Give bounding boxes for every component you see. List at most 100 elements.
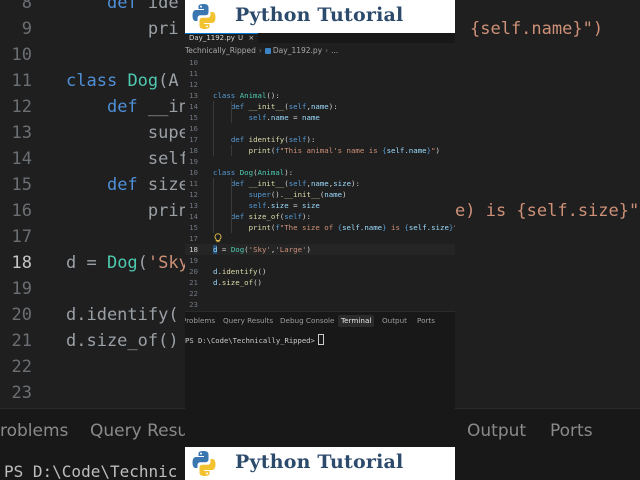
line-number: 11: [189, 179, 198, 188]
breadcrumb-folder[interactable]: Technically_Ripped: [185, 46, 256, 55]
code-text: class Animal():: [213, 91, 280, 100]
brand-banner-top: Python Tutorial: [185, 0, 455, 33]
terminal[interactable]: PS D:\Code\Technically_Ripped>: [185, 334, 455, 346]
background-tab-query: Query Resul: [90, 421, 193, 441]
code-text: d.size_of(): [213, 278, 262, 287]
background-tab-problems: roblems: [0, 421, 69, 441]
code-text: print(f"The size of {self.name} is {self…: [248, 223, 455, 232]
code-line: 11 def __init__(self,name,size):: [185, 178, 455, 189]
code-line: 17: [185, 233, 455, 244]
code-line: 17 def identify(self):: [185, 134, 455, 145]
background-tab-ports: Ports: [550, 421, 593, 441]
code-line: 19: [185, 255, 455, 266]
tab-problems[interactable]: Problems: [185, 315, 215, 327]
chevron-right-icon: ›: [258, 46, 262, 55]
line-number: 15: [189, 113, 198, 122]
terminal-prompt: PS D:\Code\Technically_Ripped>: [185, 336, 315, 345]
code-line: 14 def size_of(self):: [185, 211, 455, 222]
indent-guide: [231, 101, 232, 123]
code-text: self.name = name: [248, 113, 320, 122]
code-text: def size_of(self):: [230, 212, 311, 221]
line-number: 21: [189, 278, 198, 287]
brand-banner-bottom: Python Tutorial: [185, 447, 455, 480]
code-line: 18 d = Dog('Sky','Large'): [185, 244, 455, 255]
editor-tab-bar: Day_1192.py U ×: [185, 33, 455, 44]
line-number: 17: [189, 135, 198, 144]
tab-query-results[interactable]: Query Results: [223, 315, 273, 327]
tab-output[interactable]: Output: [382, 315, 407, 327]
code-line: 23: [185, 299, 455, 310]
line-number: 15: [189, 223, 198, 232]
brand-title: Python Tutorial: [235, 451, 404, 473]
code-text: super().__init__(name): [248, 190, 347, 199]
line-number: 17: [189, 234, 198, 243]
panel-tabs: Problems Query Results Debug Console Ter…: [185, 312, 455, 329]
python-logo-icon: [192, 451, 216, 476]
bottom-panel: Problems Query Results Debug Console Ter…: [185, 311, 455, 447]
python-logo-icon: [192, 4, 216, 29]
code-line: 15 print(f"The size of {self.name} is {s…: [185, 222, 455, 233]
terminal-cursor: [317, 334, 324, 345]
line-number: 11: [189, 69, 198, 78]
indent-guide: [231, 211, 232, 222]
lightbulb-icon[interactable]: [214, 233, 222, 243]
code-line: 21 d.size_of(): [185, 277, 455, 288]
line-number: 23: [189, 300, 198, 309]
code-text: def __init__(self,name,size):: [230, 179, 360, 188]
tab-terminal[interactable]: Terminal: [338, 315, 375, 327]
line-number: 20: [189, 267, 198, 276]
background-fragment-1: {self.name}"): [470, 19, 604, 39]
background-fragment-2: e) is {self.size}": [455, 201, 640, 221]
code-text: class Dog(Animal):: [213, 168, 294, 177]
code-line: 14 def __init__(self,name):: [185, 101, 455, 112]
line-number: 19: [189, 157, 198, 166]
line-number: 18: [189, 146, 198, 155]
brand-title: Python Tutorial: [235, 4, 404, 26]
code-line: 11: [185, 68, 455, 79]
indent-guide: [231, 145, 232, 156]
line-number: 10: [189, 168, 198, 177]
code-line: 19: [185, 156, 455, 167]
indent-guide: [231, 178, 232, 233]
code-text: self.size = size: [248, 201, 320, 210]
editor-tab-filename: Day_1192.py: [189, 34, 235, 42]
code-text: print(f"This animal's name is {self.name…: [248, 146, 440, 155]
line-number: 13: [189, 201, 198, 210]
code-text: d = Dog('Sky','Large'): [213, 245, 311, 254]
tab-debug-console[interactable]: Debug Console: [280, 315, 334, 327]
editor-tab[interactable]: Day_1192.py U ×: [185, 33, 259, 44]
code-line: 12 super().__init__(name): [185, 189, 455, 200]
line-number: 14: [189, 212, 198, 221]
tab-ports[interactable]: Ports: [417, 315, 435, 327]
close-icon[interactable]: ×: [248, 34, 254, 42]
code-line: 16: [185, 123, 455, 134]
code-text: d.identify(): [213, 267, 267, 276]
code-line: 12: [185, 79, 455, 90]
line-number: 14: [189, 102, 198, 111]
code-line: 13 class Animal():: [185, 90, 455, 101]
line-number: 18: [189, 245, 198, 254]
modified-marker: U: [237, 34, 244, 42]
line-number: 10: [189, 58, 198, 67]
code-line: 15 self.name = name: [185, 112, 455, 123]
indent-guide: [213, 101, 214, 156]
python-file-icon: [264, 47, 271, 54]
line-number: 16: [189, 124, 198, 133]
line-number: 12: [189, 190, 198, 199]
code-line: 10 class Dog(Animal):: [185, 167, 455, 178]
code-text: def identify(self):: [230, 135, 316, 144]
breadcrumb-file[interactable]: Day_1192.py: [273, 46, 322, 55]
line-number: 22: [189, 289, 198, 298]
code-line: 10: [185, 57, 455, 68]
line-number: 13: [189, 91, 198, 100]
indent-guide: [213, 178, 214, 233]
code-line: 13 self.size = size: [185, 200, 455, 211]
chevron-right-icon: ›: [325, 46, 329, 55]
code-editor[interactable]: 10 11 12 13 class Animal(): 14 def __init__(s…: [185, 57, 455, 309]
code-line: 22: [185, 288, 455, 299]
vscode-window: Day_1192.py U × Technically_Ripped › Day_11…: [185, 33, 455, 447]
breadcrumb-more[interactable]: ...: [331, 46, 338, 55]
breadcrumb: Technically_Ripped › Day_1192.py ›...: [185, 44, 455, 57]
line-number: 19: [189, 256, 198, 265]
code-line: 20 d.identify(): [185, 266, 455, 277]
